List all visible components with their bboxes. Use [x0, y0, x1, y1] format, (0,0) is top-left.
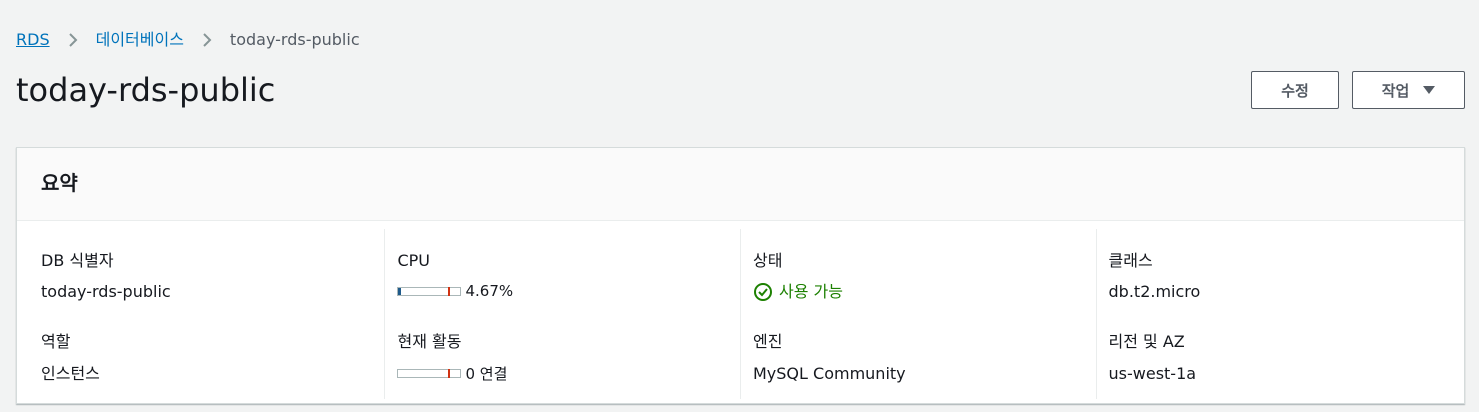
region-az-label: 리전 및 AZ: [1108, 332, 1185, 351]
status-indicator: 사용 가능: [753, 280, 843, 304]
summary-panel-header: 요약: [17, 148, 1464, 221]
role-label: 역할: [41, 332, 71, 351]
caret-down-icon: [1423, 86, 1436, 94]
summary-grid: DB 식별자 today-rds-public 역할 인스턴스 CPU 4.67…: [17, 221, 1464, 404]
breadcrumb-current: today-rds-public: [229, 30, 360, 49]
cpu-meter-limit: [448, 286, 451, 296]
breadcrumb-link-databases[interactable]: 데이터베이스: [96, 28, 184, 52]
current-activity-value: 0 연결: [465, 365, 508, 383]
class-label: 클래스: [1108, 251, 1153, 270]
db-identifier-value: today-rds-public: [41, 282, 171, 301]
chevron-right-icon: [184, 32, 230, 48]
actions-dropdown-button[interactable]: 작업: [1352, 71, 1465, 109]
actions-button-label: 작업: [1381, 81, 1410, 100]
db-identifier-label: DB 식별자: [41, 251, 114, 270]
role-value: 인스턴스: [41, 364, 100, 383]
activity-meter-bar: [397, 369, 462, 378]
breadcrumb-link-rds[interactable]: RDS: [16, 28, 50, 52]
cpu-label: CPU: [397, 251, 431, 270]
edit-button[interactable]: 수정: [1251, 71, 1339, 109]
edit-button-label: 수정: [1281, 81, 1309, 100]
current-activity-label: 현재 활동: [397, 332, 462, 351]
activity-meter: 0 연결: [397, 363, 507, 384]
cpu-value: 4.67%: [465, 282, 514, 300]
status-positive-icon: [753, 282, 773, 302]
breadcrumb: RDS 데이터베이스 today-rds-public: [16, 28, 360, 52]
engine-label: 엔진: [753, 332, 783, 351]
summary-column-metrics: CPU 4.67% 현재 활동 0 연결: [384, 229, 740, 399]
class-value: db.t2.micro: [1108, 282, 1201, 301]
cpu-meter: 4.67%: [397, 282, 513, 300]
page-title: today-rds-public: [16, 71, 276, 109]
summary-panel: 요약 DB 식별자 today-rds-public 역할 인스턴스 CPU 4…: [16, 147, 1465, 404]
cpu-meter-fill: [398, 287, 402, 295]
activity-meter-limit: [448, 369, 451, 378]
region-az-value: us-west-1a: [1108, 364, 1197, 383]
chevron-right-icon: [50, 32, 96, 48]
summary-column-identifier: DB 식별자 today-rds-public 역할 인스턴스: [17, 229, 384, 399]
cpu-meter-bar: [397, 286, 462, 296]
status-value: 사용 가능: [779, 282, 843, 301]
summary-title: 요약: [41, 171, 78, 195]
summary-column-status: 상태 사용 가능 엔진 MySQL Community: [740, 229, 1096, 399]
status-label: 상태: [753, 251, 783, 270]
engine-value: MySQL Community: [753, 364, 906, 383]
summary-column-class: 클래스 db.t2.micro 리전 및 AZ us-west-1a: [1095, 229, 1464, 399]
